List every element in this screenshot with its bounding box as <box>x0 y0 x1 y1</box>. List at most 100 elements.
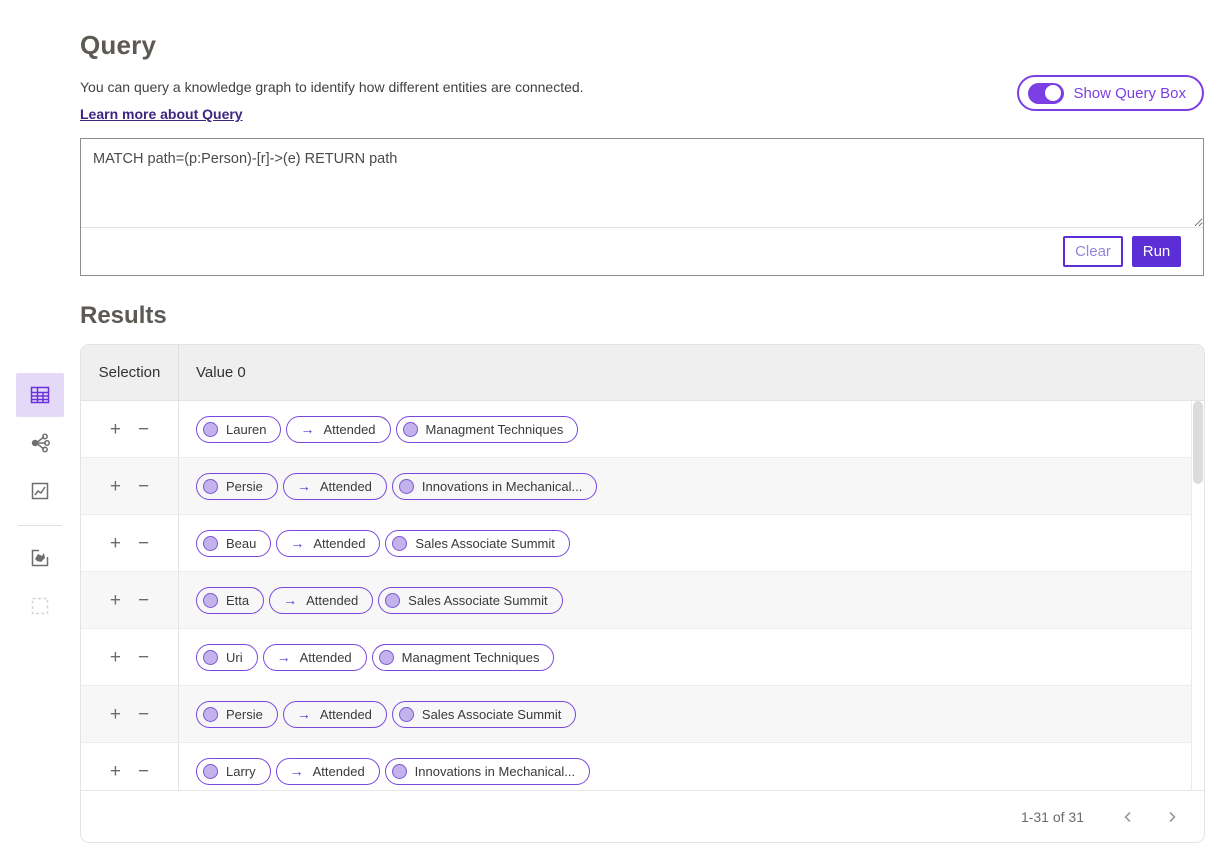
previous-page-button[interactable] <box>1116 806 1140 828</box>
chart-view-button[interactable] <box>16 469 64 513</box>
edge-pill[interactable]: → Attended <box>283 701 387 728</box>
target-node-pill[interactable]: Sales Associate Summit <box>392 701 576 728</box>
empty-view-icon <box>29 595 51 617</box>
remove-row-button[interactable]: − <box>136 591 151 610</box>
value-cell: Uri → Attended Managment Techniques <box>179 644 554 671</box>
edge-pill[interactable]: → Attended <box>263 644 367 671</box>
arrow-right-icon: → <box>297 707 311 721</box>
source-node-pill[interactable]: Etta <box>196 587 264 614</box>
query-input[interactable]: MATCH path=(p:Person)-[r]->(e) RETURN pa… <box>81 139 1203 228</box>
remove-row-button[interactable]: − <box>136 705 151 724</box>
target-node-pill[interactable]: Managment Techniques <box>372 644 555 671</box>
edge-pill[interactable]: → Attended <box>283 473 387 500</box>
node-icon <box>203 536 218 551</box>
table-scrollbar-thumb[interactable] <box>1193 401 1203 484</box>
table-body: + − Lauren → Attended <box>81 400 1204 790</box>
graph-view-icon <box>28 431 52 455</box>
add-row-button[interactable]: + <box>108 591 123 610</box>
table-row: + − Etta → Attended <box>81 572 1191 629</box>
show-query-box-toggle[interactable]: Show Query Box <box>1017 75 1204 111</box>
table-row: + − Persie → Attended <box>81 458 1191 515</box>
target-node-pill[interactable]: Sales Associate Summit <box>385 530 569 557</box>
edge-pill[interactable]: → Attended <box>286 416 390 443</box>
remove-row-button[interactable]: − <box>136 477 151 496</box>
edge-pill[interactable]: → Attended <box>276 758 380 785</box>
chart-view-icon <box>29 480 51 502</box>
graph-view-button[interactable] <box>16 421 64 465</box>
source-node-pill[interactable]: Uri <box>196 644 258 671</box>
node-icon <box>203 593 218 608</box>
add-row-button[interactable]: + <box>108 477 123 496</box>
toggle-switch-icon[interactable] <box>1028 83 1064 104</box>
results-title: Results <box>80 302 1217 330</box>
arrow-right-icon: → <box>300 422 314 436</box>
add-row-button[interactable]: + <box>108 534 123 553</box>
map-view-icon <box>29 547 51 569</box>
source-node-label: Persie <box>226 479 263 494</box>
page-description: You can query a knowledge graph to ident… <box>80 79 584 95</box>
target-node-pill[interactable]: Sales Associate Summit <box>378 587 562 614</box>
source-node-pill[interactable]: Persie <box>196 701 278 728</box>
edge-pill[interactable]: → Attended <box>269 587 373 614</box>
selection-cell: + − <box>81 572 179 628</box>
add-row-button[interactable]: + <box>108 420 123 439</box>
remove-row-button[interactable]: − <box>136 648 151 667</box>
table-footer: 1-31 of 31 <box>81 790 1204 842</box>
target-node-pill[interactable]: Innovations in Mechanical... <box>385 758 590 785</box>
chevron-left-icon <box>1122 810 1134 824</box>
target-node-label: Sales Associate Summit <box>415 536 554 551</box>
edge-pill[interactable]: → Attended <box>276 530 380 557</box>
target-node-label: Innovations in Mechanical... <box>422 479 582 494</box>
remove-row-button[interactable]: − <box>136 534 151 553</box>
source-node-pill[interactable]: Beau <box>196 530 271 557</box>
page-header: Query You can query a knowledge graph to… <box>0 0 1217 124</box>
table-view-icon <box>28 383 52 407</box>
query-panel: MATCH path=(p:Person)-[r]->(e) RETURN pa… <box>80 138 1204 276</box>
column-header-selection: Selection <box>81 345 179 400</box>
map-view-button[interactable] <box>16 536 64 580</box>
source-node-pill[interactable]: Larry <box>196 758 271 785</box>
selection-cell: + − <box>81 686 179 742</box>
add-row-button[interactable]: + <box>108 705 123 724</box>
add-row-button[interactable]: + <box>108 762 123 781</box>
source-node-label: Larry <box>226 764 256 779</box>
value-cell: Persie → Attended Sales Associate Summit <box>179 701 576 728</box>
results-table: Selection Value 0 + − Lauren <box>80 344 1205 843</box>
target-node-pill[interactable]: Managment Techniques <box>396 416 579 443</box>
learn-more-link[interactable]: Learn more about Query <box>80 106 243 122</box>
table-row: + − Lauren → Attended <box>81 401 1191 458</box>
page-title: Query <box>80 30 1204 61</box>
edge-label: Attended <box>320 479 372 494</box>
table-row: + − Persie → Attended <box>81 686 1191 743</box>
target-node-label: Sales Associate Summit <box>422 707 561 722</box>
selection-cell: + − <box>81 458 179 514</box>
target-node-label: Managment Techniques <box>426 422 564 437</box>
run-button[interactable]: Run <box>1132 236 1181 267</box>
remove-row-button[interactable]: − <box>136 420 151 439</box>
next-page-button[interactable] <box>1160 806 1184 828</box>
table-view-button[interactable] <box>16 373 64 417</box>
table-scrollbar-track <box>1191 401 1204 790</box>
table-row: + − Uri → Attended <box>81 629 1191 686</box>
node-icon <box>203 422 218 437</box>
remove-row-button[interactable]: − <box>136 762 151 781</box>
table-row: + − Beau → Attended <box>81 515 1191 572</box>
node-icon <box>379 650 394 665</box>
selection-cell: + − <box>81 515 179 571</box>
source-node-pill[interactable]: Persie <box>196 473 278 500</box>
arrow-right-icon: → <box>297 479 311 493</box>
edge-label: Attended <box>313 764 365 779</box>
node-icon <box>403 422 418 437</box>
add-row-button[interactable]: + <box>108 648 123 667</box>
target-node-label: Sales Associate Summit <box>408 593 547 608</box>
source-node-pill[interactable]: Lauren <box>196 416 281 443</box>
edge-label: Attended <box>300 650 352 665</box>
source-node-label: Beau <box>226 536 256 551</box>
clear-button[interactable]: Clear <box>1063 236 1123 267</box>
pagination-range: 1-31 of 31 <box>1021 809 1084 825</box>
node-icon <box>203 650 218 665</box>
query-page: Query You can query a knowledge graph to… <box>0 0 1217 855</box>
value-cell: Beau → Attended Sales Associate Summit <box>179 530 570 557</box>
target-node-pill[interactable]: Innovations in Mechanical... <box>392 473 597 500</box>
empty-view-button <box>16 584 64 628</box>
